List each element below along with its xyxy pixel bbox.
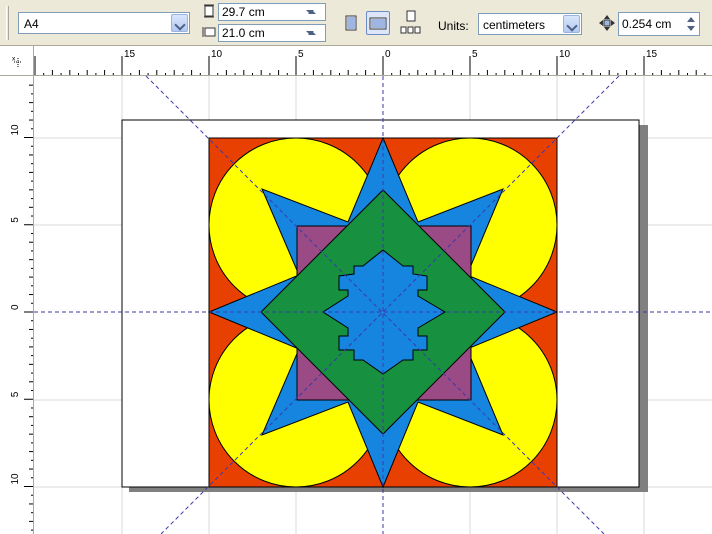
nudge-distance-input[interactable]: 0.254 cm [618, 12, 700, 36]
ruler-label: 0 [10, 304, 21, 310]
units-value: centimeters [483, 18, 546, 32]
ruler-label: 5 [472, 49, 478, 60]
ruler-label: 5 [10, 391, 21, 397]
landscape-button[interactable] [366, 11, 390, 35]
ruler-label: 5 [10, 217, 21, 223]
portrait-page-icon [345, 15, 357, 31]
ruler-label: 10 [211, 49, 223, 60]
page-width-icon [202, 25, 216, 44]
page-layout-button[interactable] [398, 8, 422, 38]
ruler-origin-icon: ₓ [12, 52, 22, 68]
property-bar: A4 29.7 cm 21.0 cm Units: centimeters 0.… [0, 0, 712, 46]
page-height-value: 29.7 cm [222, 5, 265, 19]
page-size-value: A4 [24, 17, 39, 31]
page-layout-icon [400, 10, 421, 34]
chevron-down-icon[interactable] [171, 14, 188, 32]
ruler-origin-corner[interactable]: ₓ [0, 46, 34, 76]
page-height-icon [202, 4, 216, 23]
chevron-down-icon[interactable] [563, 15, 580, 33]
svg-text:ₓ: ₓ [12, 52, 16, 63]
ruler-label: 10 [10, 473, 21, 485]
page-size-dropdown[interactable]: A4 [18, 12, 190, 34]
nudge-value: 0.254 cm [622, 17, 672, 31]
spin-arrows-icon[interactable] [306, 4, 324, 20]
ruler-label: 10 [10, 124, 21, 136]
page-width-spinner[interactable] [306, 25, 324, 41]
nudge-spinner[interactable] [684, 13, 698, 35]
vertical-ruler[interactable]: 10 5 0 5 10 [0, 76, 34, 534]
portrait-button[interactable] [339, 11, 363, 35]
horizontal-ruler[interactable]: 15 10 5 0 5 10 15 [34, 46, 712, 76]
landscape-page-icon [369, 17, 387, 30]
page-width-value: 21.0 cm [222, 26, 265, 40]
page-height-input[interactable]: 29.7 cm [218, 3, 326, 21]
page-height-spinner[interactable] [306, 4, 324, 20]
ruler-label: 15 [646, 49, 658, 60]
ruler-label: 10 [559, 49, 571, 60]
ruler-label: 0 [385, 49, 391, 60]
spin-arrows-icon[interactable] [684, 13, 698, 35]
page-width-input[interactable]: 21.0 cm [218, 24, 326, 42]
units-label: Units: [438, 19, 469, 33]
nudge-icon [598, 14, 616, 37]
ruler-label: 5 [298, 49, 304, 60]
units-dropdown[interactable]: centimeters [478, 13, 582, 35]
drawing-canvas[interactable] [34, 76, 712, 534]
spin-arrows-icon[interactable] [306, 25, 324, 41]
toolbar-grip[interactable] [6, 6, 9, 40]
ruler-label: 15 [124, 49, 136, 60]
